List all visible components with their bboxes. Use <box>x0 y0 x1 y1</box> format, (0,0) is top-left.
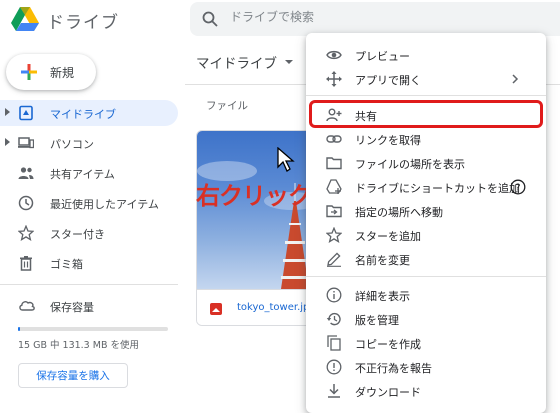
new-button-label: 新規 <box>50 66 75 80</box>
menu-item-label: ダウンロード <box>355 386 421 399</box>
chevron-right-icon <box>512 74 519 84</box>
menu-item-get-link[interactable]: リンクを取得 <box>306 127 546 151</box>
menu-item-label: 指定の場所へ移動 <box>355 206 443 219</box>
menu-item-move-to[interactable]: 指定の場所へ移動 <box>306 199 546 223</box>
sidebar-item-label: パソコン <box>50 138 94 151</box>
menu-item-open-with[interactable]: アプリで開く <box>306 67 546 91</box>
menu-item-make-copy[interactable]: コピーを作成 <box>306 331 546 355</box>
menu-item-label: ドライブにショートカットを追加 <box>355 182 520 195</box>
trash-icon <box>20 256 32 271</box>
folder-icon <box>326 157 342 170</box>
menu-item-label: アプリで開く <box>355 74 421 87</box>
file-card[interactable]: tokyo_tower.jpg <box>196 130 316 326</box>
menu-divider <box>306 276 546 277</box>
sidebar-item-label: ゴミ箱 <box>50 258 83 271</box>
drive-logo-icon[interactable] <box>11 7 39 31</box>
menu-item-add-star[interactable]: スターを追加 <box>306 223 546 247</box>
star-icon <box>326 227 342 243</box>
sidebar-item-recent[interactable]: 最近使用したアイテム <box>0 190 178 216</box>
share-highlight-box <box>309 100 543 128</box>
download-icon <box>328 384 340 398</box>
menu-item-label: プレビュー <box>355 50 410 63</box>
search-bar[interactable] <box>190 2 560 36</box>
info-icon <box>326 287 342 303</box>
report-icon <box>326 359 342 375</box>
pencil-icon <box>327 252 341 267</box>
menu-item-label: 不正行為を報告 <box>355 362 432 375</box>
menu-item-label: 名前を変更 <box>355 254 410 267</box>
sidebar-item-my-drive[interactable]: マイドライブ <box>0 100 178 126</box>
sidebar-item-trash[interactable]: ゴミ箱 <box>0 250 178 276</box>
search-icon[interactable] <box>202 11 218 27</box>
menu-item-label: ファイルの場所を表示 <box>355 158 465 171</box>
file-footer[interactable]: tokyo_tower.jpg <box>197 289 315 325</box>
menu-item-add-shortcut[interactable]: ドライブにショートカットを追加 ? <box>306 175 546 199</box>
search-input[interactable] <box>230 10 530 24</box>
storage-usage-text: 15 GB 中 131.3 MB を使用 <box>18 340 139 351</box>
expand-caret-icon[interactable] <box>5 138 10 146</box>
sidebar-item-label: スター付き <box>50 228 105 241</box>
cloud-icon <box>19 301 35 311</box>
move-arrows-icon <box>326 71 342 87</box>
link-icon <box>326 135 342 143</box>
history-icon <box>326 312 341 326</box>
sidebar-item-label: マイドライブ <box>50 108 116 121</box>
my-drive-icon <box>19 105 33 121</box>
menu-item-manage-versions[interactable]: 版を管理 <box>306 307 546 331</box>
files-section-label: ファイル <box>206 100 248 112</box>
menu-item-details[interactable]: 詳細を表示 <box>306 283 546 307</box>
copy-icon <box>327 335 341 351</box>
storage-usage-bar <box>18 327 168 331</box>
storage-usage-fill <box>18 327 20 331</box>
sidebar-item-label: 最近使用したアイテム <box>50 198 159 211</box>
plus-icon <box>21 64 37 80</box>
sidebar-item-starred[interactable]: スター付き <box>0 220 178 246</box>
menu-item-label: 詳細を表示 <box>355 290 410 303</box>
sidebar-item-shared[interactable]: 共有アイテム <box>0 160 178 186</box>
drive-window: ドライブ 新規 マイドライブ <box>0 0 560 413</box>
drive-shortcut-icon <box>326 179 342 194</box>
computer-icon <box>18 137 34 149</box>
menu-item-rename[interactable]: 名前を変更 <box>306 247 546 271</box>
sidebar-item-computers[interactable]: パソコン <box>0 130 178 156</box>
menu-item-report-abuse[interactable]: 不正行為を報告 <box>306 355 546 379</box>
move-to-folder-icon <box>326 205 342 218</box>
help-icon[interactable]: ? <box>510 179 526 195</box>
menu-divider <box>306 95 546 96</box>
sidebar-item-label: 共有アイテム <box>50 168 115 181</box>
file-name[interactable]: tokyo_tower.jpg <box>237 302 315 313</box>
star-icon <box>18 225 34 241</box>
new-button[interactable]: 新規 <box>6 54 96 90</box>
shared-icon <box>18 167 34 179</box>
storage-label[interactable]: 保存容量 <box>50 299 94 315</box>
menu-item-download[interactable]: ダウンロード <box>306 379 546 403</box>
context-menu: プレビュー アプリで開く 共有 リンクを取得 ファイルの場所を表示 ドライブにシ… <box>306 33 546 413</box>
menu-item-label: スターを追加 <box>355 230 421 243</box>
eye-icon <box>326 50 342 60</box>
sidebar-divider <box>0 284 178 285</box>
menu-item-show-location[interactable]: ファイルの場所を表示 <box>306 151 546 175</box>
right-click-annotation: 右クリック <box>196 182 312 210</box>
menu-item-label: コピーを作成 <box>355 338 421 351</box>
app-title[interactable]: ドライブ <box>47 8 119 33</box>
chevron-down-icon[interactable] <box>285 60 293 64</box>
expand-caret-icon[interactable] <box>5 108 10 116</box>
page-title[interactable]: マイドライブ <box>196 52 277 72</box>
mouse-cursor-icon <box>277 147 295 172</box>
menu-item-label: リンクを取得 <box>355 134 421 147</box>
svg-text:?: ? <box>515 183 520 194</box>
menu-item-label: 版を管理 <box>355 314 399 327</box>
image-file-icon <box>210 303 222 315</box>
buy-storage-button[interactable]: 保存容量を購入 <box>18 363 128 388</box>
menu-item-preview[interactable]: プレビュー <box>306 43 546 67</box>
clock-icon <box>18 195 34 211</box>
